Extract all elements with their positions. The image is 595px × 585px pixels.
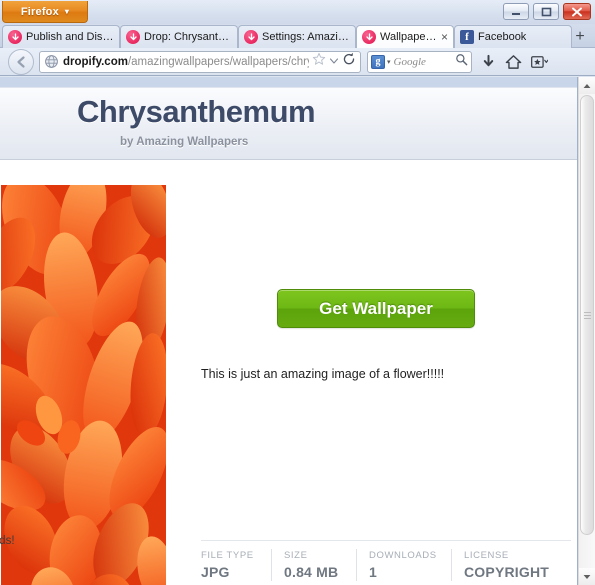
download-arrow-icon bbox=[483, 54, 494, 66]
dropify-download-icon bbox=[244, 30, 258, 44]
chevron-down-icon[interactable] bbox=[329, 53, 339, 71]
get-wallpaper-label: Get Wallpaper bbox=[319, 298, 433, 318]
search-icon[interactable] bbox=[455, 53, 468, 71]
bookmarks-toolbar-icon bbox=[531, 55, 548, 68]
home-icon bbox=[505, 54, 522, 69]
wallpaper-image[interactable] bbox=[1, 185, 166, 585]
close-button[interactable] bbox=[563, 3, 591, 20]
meta-value-downloads: 1 bbox=[369, 564, 377, 580]
maximize-button[interactable] bbox=[533, 3, 559, 20]
browser-tab-2-label: Drop: Chrysanthe... bbox=[144, 31, 232, 43]
meta-item-license: LICENSE COPYRIGHT bbox=[451, 549, 561, 581]
url-path: /amazingwallpapers/wallpapers/chrysanthe… bbox=[127, 55, 309, 68]
vertical-scrollbar[interactable] bbox=[578, 77, 595, 585]
navigation-toolbar: dropify.com/amazingwallpapers/wallpapers… bbox=[0, 48, 595, 76]
minimize-icon bbox=[512, 12, 520, 15]
facebook-icon: f bbox=[460, 30, 474, 44]
search-bar[interactable]: g ▾ Google bbox=[367, 50, 472, 73]
chevron-down-icon[interactable]: ▾ bbox=[387, 58, 391, 66]
tab-strip: Publish and Disco... Drop: Chrysanthe...… bbox=[0, 24, 595, 48]
firefox-app-menu-button[interactable]: Firefox ▾ bbox=[2, 1, 88, 23]
meta-value-size: 0.84 MB bbox=[284, 564, 339, 580]
reload-icon[interactable] bbox=[342, 52, 356, 71]
browser-tab-4-label: Wallpaper: Chr... bbox=[380, 31, 437, 43]
firefox-app-menu-label: Firefox bbox=[20, 5, 59, 18]
chrysanthemum-flower-icon bbox=[1, 185, 166, 585]
browser-tab-2[interactable]: Drop: Chrysanthe... bbox=[120, 25, 238, 48]
meta-item-size: SIZE 0.84 MB bbox=[271, 549, 356, 581]
downloads-button[interactable] bbox=[481, 54, 496, 70]
wallpaper-meta-row: FILE TYPE JPG SIZE 0.84 MB DOWNLOADS 1 L… bbox=[201, 540, 571, 584]
get-wallpaper-button[interactable]: Get Wallpaper bbox=[277, 289, 475, 328]
bookmarks-toolbar-button[interactable] bbox=[531, 55, 548, 69]
web-page: Chrysanthemum by Amazing Wallpapers Get … bbox=[0, 77, 578, 585]
back-arrow-icon bbox=[16, 55, 25, 68]
dropify-download-icon bbox=[8, 30, 22, 44]
maximize-icon bbox=[541, 7, 551, 16]
new-tab-button[interactable]: + bbox=[569, 27, 591, 46]
chevron-down-icon bbox=[583, 574, 591, 579]
browser-tab-3-label: Settings: Amazing... bbox=[262, 31, 350, 43]
meta-value-file-type: JPG bbox=[201, 564, 230, 580]
scrollbar-grip-icon bbox=[583, 310, 591, 321]
meta-label-size: SIZE bbox=[284, 550, 308, 561]
minimize-button[interactable] bbox=[503, 3, 529, 20]
meta-label-file-type: FILE TYPE bbox=[201, 550, 254, 561]
search-input[interactable]: Google bbox=[394, 56, 455, 68]
browser-tab-1[interactable]: Publish and Disco... bbox=[2, 25, 120, 48]
meta-label-downloads: DOWNLOADS bbox=[369, 550, 437, 561]
page-viewport: Chrysanthemum by Amazing Wallpapers Get … bbox=[0, 77, 595, 585]
dropify-download-icon bbox=[362, 30, 376, 44]
meta-item-file-type: FILE TYPE JPG bbox=[201, 549, 271, 581]
browser-tab-5[interactable]: f Facebook bbox=[454, 25, 572, 48]
browser-tab-4-active[interactable]: Wallpaper: Chr... × bbox=[356, 25, 454, 48]
star-icon[interactable] bbox=[312, 52, 326, 71]
browser-tab-1-label: Publish and Disco... bbox=[26, 31, 114, 43]
address-bar-url: dropify.com/amazingwallpapers/wallpapers… bbox=[63, 56, 309, 68]
dropify-download-icon bbox=[126, 30, 140, 44]
address-bar[interactable]: dropify.com/amazingwallpapers/wallpapers… bbox=[39, 50, 361, 73]
home-button[interactable] bbox=[505, 54, 522, 70]
page-title: Chrysanthemum bbox=[77, 94, 316, 129]
scrollbar-thumb[interactable] bbox=[580, 95, 594, 535]
scroll-up-button[interactable] bbox=[579, 77, 595, 94]
meta-label-license: LICENSE bbox=[464, 550, 509, 561]
page-top-strip bbox=[0, 77, 578, 87]
tab-close-icon[interactable]: × bbox=[441, 31, 448, 43]
chevron-down-icon: ▾ bbox=[64, 6, 70, 16]
page-subtitle: by Amazing Wallpapers bbox=[120, 136, 249, 148]
title-bar: Firefox ▾ bbox=[0, 0, 595, 24]
meta-value-license: COPYRIGHT bbox=[464, 564, 550, 580]
globe-icon bbox=[45, 55, 58, 68]
google-icon: g bbox=[371, 54, 385, 69]
meta-item-downloads: DOWNLOADS 1 bbox=[356, 549, 451, 581]
browser-window: Firefox ▾ Publish and Disco... Drop: Chr… bbox=[0, 0, 595, 585]
share-with-friends-text: our friends! bbox=[0, 535, 15, 547]
close-icon bbox=[572, 7, 582, 16]
scroll-down-button[interactable] bbox=[579, 568, 595, 585]
chevron-up-icon bbox=[583, 83, 591, 88]
url-host: dropify.com bbox=[63, 55, 128, 68]
back-button[interactable] bbox=[8, 48, 34, 75]
browser-tab-3[interactable]: Settings: Amazing... bbox=[238, 25, 356, 48]
wallpaper-description: This is just an amazing image of a flowe… bbox=[201, 367, 445, 381]
browser-tab-5-label: Facebook bbox=[478, 31, 527, 43]
page-header-panel: Chrysanthemum by Amazing Wallpapers bbox=[0, 87, 578, 160]
